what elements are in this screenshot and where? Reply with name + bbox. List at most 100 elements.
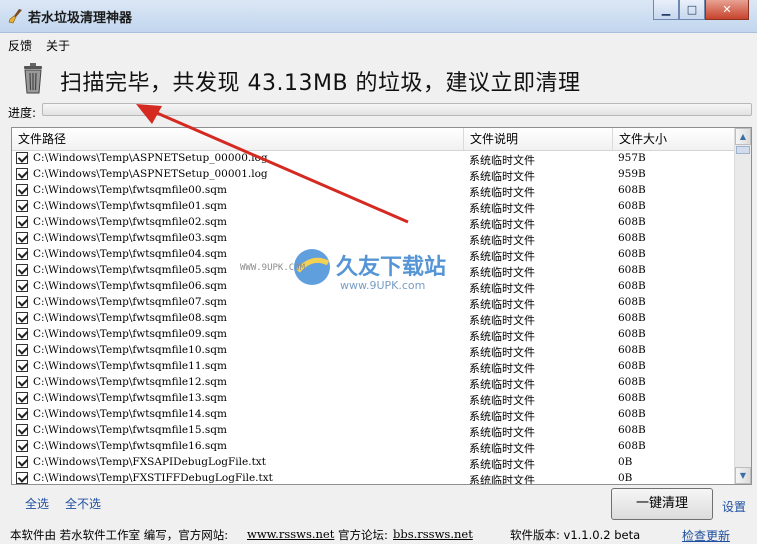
scroll-up-icon[interactable]: ▲ — [735, 128, 751, 145]
one-click-clean-button[interactable]: 一键清理 — [611, 488, 713, 520]
row-file-desc: 系统临时文件 — [469, 362, 535, 375]
menu-about[interactable]: 关于 — [46, 37, 70, 54]
file-list[interactable]: 文件路径 文件说明 文件大小 C:\Windows\Temp\ASPNETSet… — [11, 127, 752, 485]
table-row[interactable]: C:\Windows\Temp\ASPNETSetup_00001.log 系统临… — [12, 167, 735, 183]
row-checkbox[interactable] — [16, 152, 28, 164]
row-file-desc: 系统临时文件 — [469, 378, 535, 391]
row-checkbox[interactable] — [16, 440, 28, 452]
minimize-button[interactable]: ▁ — [653, 0, 679, 20]
table-row[interactable]: C:\Windows\Temp\fwtsqmfile02.sqm 系统临时文件 60… — [12, 215, 735, 231]
row-file-desc: 系统临时文件 — [469, 474, 535, 485]
maximize-button[interactable]: □ — [679, 0, 705, 20]
column-file-desc[interactable]: 文件说明 — [464, 128, 613, 150]
row-file-path: C:\Windows\Temp\ASPNETSetup_00000.log — [33, 152, 268, 164]
row-checkbox[interactable] — [16, 200, 28, 212]
table-row[interactable]: C:\Windows\Temp\fwtsqmfile05.sqm 系统临时文件 60… — [12, 263, 735, 279]
scroll-down-icon[interactable]: ▼ — [735, 467, 751, 484]
table-row[interactable]: C:\Windows\Temp\fwtsqmfile04.sqm 系统临时文件 60… — [12, 247, 735, 263]
row-file-size: 608B — [618, 360, 646, 372]
row-checkbox[interactable] — [16, 344, 28, 356]
table-row[interactable]: C:\Windows\Temp\fwtsqmfile16.sqm 系统临时文件 60… — [12, 439, 735, 455]
table-row[interactable]: C:\Windows\Temp\fwtsqmfile15.sqm 系统临时文件 60… — [12, 423, 735, 439]
scroll-thumb[interactable] — [736, 146, 750, 154]
row-checkbox[interactable] — [16, 232, 28, 244]
table-row[interactable]: C:\Windows\Temp\fwtsqmfile11.sqm 系统临时文件 60… — [12, 359, 735, 375]
row-file-desc: 系统临时文件 — [469, 314, 535, 327]
table-row[interactable]: C:\Windows\Temp\fwtsqmfile10.sqm 系统临时文件 60… — [12, 343, 735, 359]
table-row[interactable]: C:\Windows\Temp\fwtsqmfile12.sqm 系统临时文件 60… — [12, 375, 735, 391]
row-file-size: 608B — [618, 392, 646, 404]
menu-bar: 反馈 关于 — [0, 33, 757, 55]
trash-can-icon — [24, 63, 42, 94]
table-row[interactable]: C:\Windows\Temp\fwtsqmfile00.sqm 系统临时文件 60… — [12, 183, 735, 199]
check-update-link[interactable]: 检查更新 — [682, 527, 730, 544]
row-checkbox[interactable] — [16, 424, 28, 436]
table-row[interactable]: C:\Windows\Temp\fwtsqmfile01.sqm 系统临时文件 60… — [12, 199, 735, 215]
scan-result-text: 扫描完毕，共发现 43.13MB 的垃圾，建议立即清理 — [60, 71, 581, 96]
broom-icon — [8, 9, 22, 24]
row-file-desc: 系统临时文件 — [469, 458, 535, 471]
column-file-path[interactable]: 文件路径 — [12, 128, 464, 150]
row-file-path: C:\Windows\Temp\FXSAPIDebugLogFile.txt — [33, 456, 266, 468]
row-checkbox[interactable] — [16, 312, 28, 324]
row-checkbox[interactable] — [16, 328, 28, 340]
select-all-link[interactable]: 全选 — [25, 495, 49, 512]
table-row[interactable]: C:\Windows\Temp\fwtsqmfile13.sqm 系统临时文件 60… — [12, 391, 735, 407]
row-file-desc: 系统临时文件 — [469, 330, 535, 343]
row-file-size: 959B — [618, 168, 646, 180]
footer-forum-link[interactable]: bbs.rssws.net — [393, 527, 473, 541]
row-file-path: C:\Windows\Temp\fwtsqmfile14.sqm — [33, 408, 227, 420]
title-bar[interactable]: 若水垃圾清理神器 ▁ □ ✕ — [0, 0, 757, 33]
table-row[interactable]: C:\Windows\Temp\fwtsqmfile08.sqm 系统临时文件 60… — [12, 311, 735, 327]
table-row[interactable]: C:\Windows\Temp\FXSTIFFDebugLogFile.txt 系… — [12, 471, 735, 485]
close-button[interactable]: ✕ — [705, 0, 749, 20]
row-file-desc: 系统临时文件 — [469, 426, 535, 439]
row-checkbox[interactable] — [16, 248, 28, 260]
row-file-size: 608B — [618, 408, 646, 420]
menu-feedback[interactable]: 反馈 — [8, 37, 32, 54]
window-controls: ▁ □ ✕ — [653, 0, 749, 20]
row-file-desc: 系统临时文件 — [469, 250, 535, 263]
vertical-scrollbar[interactable]: ▲ ▼ — [734, 128, 751, 484]
row-file-desc: 系统临时文件 — [469, 154, 535, 167]
row-file-path: C:\Windows\Temp\fwtsqmfile01.sqm — [33, 200, 227, 212]
row-file-path: C:\Windows\Temp\fwtsqmfile10.sqm — [33, 344, 227, 356]
row-file-size: 608B — [618, 344, 646, 356]
table-row[interactable]: C:\Windows\Temp\ASPNETSetup_00000.log 系统临… — [12, 151, 735, 167]
table-row[interactable]: C:\Windows\Temp\fwtsqmfile14.sqm 系统临时文件 60… — [12, 407, 735, 423]
footer-site-link[interactable]: www.rssws.net — [247, 527, 334, 541]
row-checkbox[interactable] — [16, 376, 28, 388]
table-row[interactable]: C:\Windows\Temp\fwtsqmfile09.sqm 系统临时文件 60… — [12, 327, 735, 343]
row-checkbox[interactable] — [16, 472, 28, 484]
row-file-desc: 系统临时文件 — [469, 170, 535, 183]
row-file-size: 608B — [618, 184, 646, 196]
row-file-size: 608B — [618, 424, 646, 436]
row-file-size: 957B — [618, 152, 646, 164]
row-checkbox[interactable] — [16, 184, 28, 196]
row-checkbox[interactable] — [16, 360, 28, 372]
row-file-path: C:\Windows\Temp\fwtsqmfile03.sqm — [33, 232, 227, 244]
table-row[interactable]: C:\Windows\Temp\fwtsqmfile07.sqm 系统临时文件 60… — [12, 295, 735, 311]
table-row[interactable]: C:\Windows\Temp\FXSAPIDebugLogFile.txt 系统… — [12, 455, 735, 471]
row-file-size: 608B — [618, 248, 646, 260]
row-checkbox[interactable] — [16, 408, 28, 420]
row-checkbox[interactable] — [16, 168, 28, 180]
row-file-path: C:\Windows\Temp\fwtsqmfile00.sqm — [33, 184, 227, 196]
column-file-size[interactable]: 文件大小 — [613, 128, 735, 150]
row-checkbox[interactable] — [16, 280, 28, 292]
select-none-link[interactable]: 全不选 — [65, 495, 101, 512]
table-row[interactable]: C:\Windows\Temp\fwtsqmfile03.sqm 系统临时文件 60… — [12, 231, 735, 247]
row-checkbox[interactable] — [16, 296, 28, 308]
footer-forum-label: 官方论坛: — [338, 528, 388, 542]
row-file-size: 0B — [618, 456, 633, 468]
row-checkbox[interactable] — [16, 264, 28, 276]
row-file-desc: 系统临时文件 — [469, 442, 535, 455]
settings-link[interactable]: 设置 — [722, 498, 746, 515]
row-file-size: 0B — [618, 472, 633, 484]
row-checkbox[interactable] — [16, 392, 28, 404]
row-checkbox[interactable] — [16, 456, 28, 468]
table-row[interactable]: C:\Windows\Temp\fwtsqmfile06.sqm 系统临时文件 60… — [12, 279, 735, 295]
row-checkbox[interactable] — [16, 216, 28, 228]
footer-version: 软件版本: v1.1.0.2 beta — [510, 528, 641, 542]
row-file-desc: 系统临时文件 — [469, 266, 535, 279]
